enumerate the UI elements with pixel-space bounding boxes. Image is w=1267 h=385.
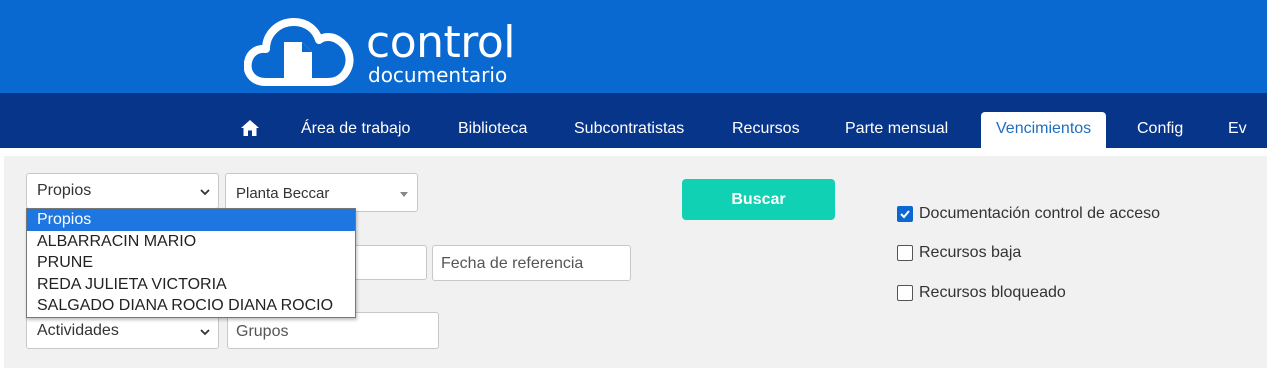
dropdown-option[interactable]: PRUNE (27, 252, 355, 274)
caret-down-icon (400, 192, 408, 197)
owner-select[interactable]: Propios (26, 173, 219, 209)
dropdown-option[interactable]: Propios (27, 209, 355, 231)
search-button[interactable]: Buscar (682, 179, 835, 220)
activities-select[interactable]: Actividades (26, 313, 219, 349)
checkbox-recursos-baja[interactable]: Recursos baja (897, 244, 1021, 262)
brand-logo[interactable]: control documentario (244, 12, 544, 90)
nav-recursos[interactable]: Recursos (732, 112, 800, 148)
nav-subcontratistas[interactable]: Subcontratistas (574, 112, 684, 148)
nav-vencimientos[interactable]: Vencimientos (981, 112, 1107, 148)
dropdown-option[interactable]: SALGADO DIANA ROCIO DIANA ROCIO (27, 295, 355, 317)
checkbox-label: Recursos bloqueado (919, 284, 1066, 301)
chevron-down-icon (200, 329, 210, 336)
nav-biblioteca[interactable]: Biblioteca (458, 112, 527, 148)
checkbox-documentacion[interactable]: Documentación control de acceso (897, 205, 1160, 223)
date-from-input[interactable] (350, 245, 427, 280)
reference-date-input[interactable]: Fecha de referencia (432, 245, 631, 281)
checkbox-unchecked-icon[interactable] (897, 285, 913, 301)
site-select[interactable]: Planta Beccar (225, 173, 418, 212)
dropdown-option[interactable]: REDA JULIETA VICTORIA (27, 274, 355, 296)
cloud-document-icon (244, 18, 354, 86)
nav-config[interactable]: Config (1137, 112, 1183, 148)
site-select-value: Planta Beccar (236, 185, 330, 202)
checkbox-unchecked-icon[interactable] (897, 245, 913, 261)
nav-ev[interactable]: Ev (1228, 112, 1247, 148)
home-icon[interactable] (240, 119, 260, 137)
groups-placeholder: Grupos (236, 323, 289, 340)
brand-word-control: control (366, 17, 516, 68)
checkbox-label: Recursos baja (919, 244, 1022, 261)
nav-area-de-trabajo[interactable]: Área de trabajo (301, 112, 410, 148)
checkbox-label: Documentación control de acceso (919, 205, 1161, 222)
owner-dropdown-list[interactable]: Propios ALBARRACIN MARIO PRUNE REDA JULI… (26, 208, 356, 318)
checkbox-recursos-bloqueado[interactable]: Recursos bloqueado (897, 284, 1066, 302)
brand-word-documentario: documentario (368, 63, 508, 87)
reference-date-placeholder: Fecha de referencia (441, 255, 584, 272)
owner-select-value: Propios (37, 182, 92, 199)
nav-parte-mensual[interactable]: Parte mensual (845, 112, 948, 148)
chevron-down-icon (200, 189, 210, 196)
dropdown-option[interactable]: ALBARRACIN MARIO (27, 231, 355, 253)
checkbox-checked-icon[interactable] (897, 206, 913, 222)
header-bar: control documentario (0, 0, 1267, 93)
activities-select-value: Actividades (37, 322, 119, 339)
